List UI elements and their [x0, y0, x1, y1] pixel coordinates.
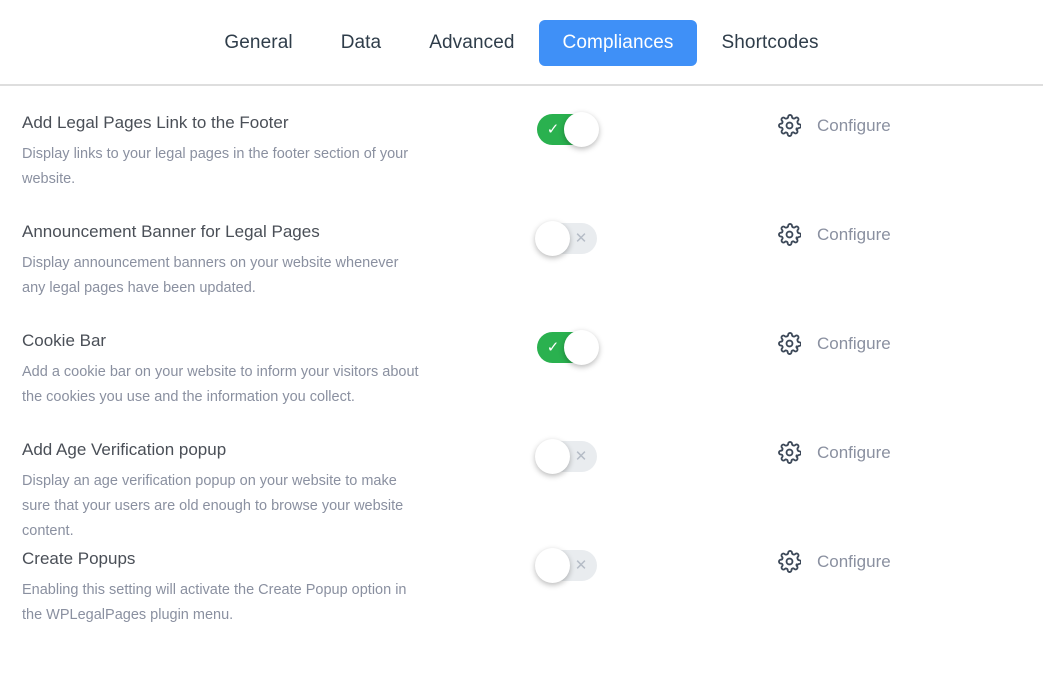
setting-action-cell: Configure	[692, 326, 1021, 355]
setting-title: Add Age Verification popup	[22, 439, 442, 461]
gear-icon	[778, 550, 801, 573]
compliances-settings-list: Add Legal Pages Link to the Footer Displa…	[0, 86, 1043, 653]
configure-button[interactable]: Configure	[778, 332, 891, 355]
setting-title: Create Popups	[22, 548, 442, 570]
setting-row: Create Popups Enabling this setting will …	[0, 544, 1043, 653]
setting-text-block: Add Legal Pages Link to the Footer Displa…	[22, 108, 442, 192]
settings-tabs-bar: GeneralDataAdvancedCompliancesShortcodes	[0, 0, 1043, 86]
toggle-knob	[535, 221, 570, 256]
setting-toggle-cell: ✓	[442, 326, 692, 363]
setting-row: Announcement Banner for Legal Pages Displ…	[0, 217, 1043, 326]
setting-action-cell: Configure	[692, 217, 1021, 246]
tab-shortcodes[interactable]: Shortcodes	[697, 20, 842, 66]
setting-title: Announcement Banner for Legal Pages	[22, 221, 442, 243]
check-icon: ✓	[539, 114, 567, 145]
setting-toggle-switch[interactable]: ✕	[537, 441, 597, 472]
setting-text-block: Cookie Bar Add a cookie bar on your websi…	[22, 326, 442, 410]
setting-description: Display links to your legal pages in the…	[22, 142, 422, 192]
close-icon: ✕	[567, 223, 595, 254]
setting-title: Add Legal Pages Link to the Footer	[22, 112, 442, 134]
tab-advanced[interactable]: Advanced	[405, 20, 538, 66]
configure-label: Configure	[817, 225, 891, 245]
toggle-knob	[564, 330, 599, 365]
configure-label: Configure	[817, 443, 891, 463]
setting-toggle-switch[interactable]: ✕	[537, 223, 597, 254]
configure-button[interactable]: Configure	[778, 223, 891, 246]
tab-list: GeneralDataAdvancedCompliancesShortcodes	[0, 0, 1043, 86]
configure-button[interactable]: Configure	[778, 114, 891, 137]
setting-toggle-switch[interactable]: ✓	[537, 114, 597, 145]
setting-action-cell: Configure	[692, 435, 1021, 464]
setting-description: Add a cookie bar on your website to info…	[22, 360, 422, 410]
setting-toggle-cell: ✓	[442, 108, 692, 145]
setting-row: Add Legal Pages Link to the Footer Displa…	[0, 108, 1043, 217]
tab-compliances[interactable]: Compliances	[539, 20, 698, 66]
configure-label: Configure	[817, 334, 891, 354]
setting-toggle-switch[interactable]: ✕	[537, 550, 597, 581]
gear-icon	[778, 223, 801, 246]
gear-icon	[778, 114, 801, 137]
tabs-divider	[0, 84, 1043, 86]
setting-row: Add Age Verification popup Display an age…	[0, 435, 1043, 544]
check-icon: ✓	[539, 332, 567, 363]
setting-row: Cookie Bar Add a cookie bar on your websi…	[0, 326, 1043, 435]
setting-title: Cookie Bar	[22, 330, 442, 352]
configure-button[interactable]: Configure	[778, 441, 891, 464]
configure-label: Configure	[817, 552, 891, 572]
setting-toggle-cell: ✕	[442, 544, 692, 581]
toggle-knob	[535, 439, 570, 474]
setting-description: Enabling this setting will activate the …	[22, 578, 422, 628]
close-icon: ✕	[567, 441, 595, 472]
setting-toggle-cell: ✕	[442, 435, 692, 472]
toggle-knob	[564, 112, 599, 147]
setting-text-block: Create Popups Enabling this setting will …	[22, 544, 442, 628]
setting-description: Display an age verification popup on you…	[22, 469, 422, 544]
tab-general[interactable]: General	[200, 20, 316, 66]
setting-toggle-cell: ✕	[442, 217, 692, 254]
tab-data[interactable]: Data	[317, 20, 406, 66]
setting-action-cell: Configure	[692, 544, 1021, 573]
setting-description: Display announcement banners on your web…	[22, 251, 422, 301]
setting-text-block: Announcement Banner for Legal Pages Displ…	[22, 217, 442, 301]
setting-text-block: Add Age Verification popup Display an age…	[22, 435, 442, 544]
toggle-knob	[535, 548, 570, 583]
setting-action-cell: Configure	[692, 108, 1021, 137]
gear-icon	[778, 332, 801, 355]
configure-label: Configure	[817, 116, 891, 136]
gear-icon	[778, 441, 801, 464]
setting-toggle-switch[interactable]: ✓	[537, 332, 597, 363]
close-icon: ✕	[567, 550, 595, 581]
configure-button[interactable]: Configure	[778, 550, 891, 573]
